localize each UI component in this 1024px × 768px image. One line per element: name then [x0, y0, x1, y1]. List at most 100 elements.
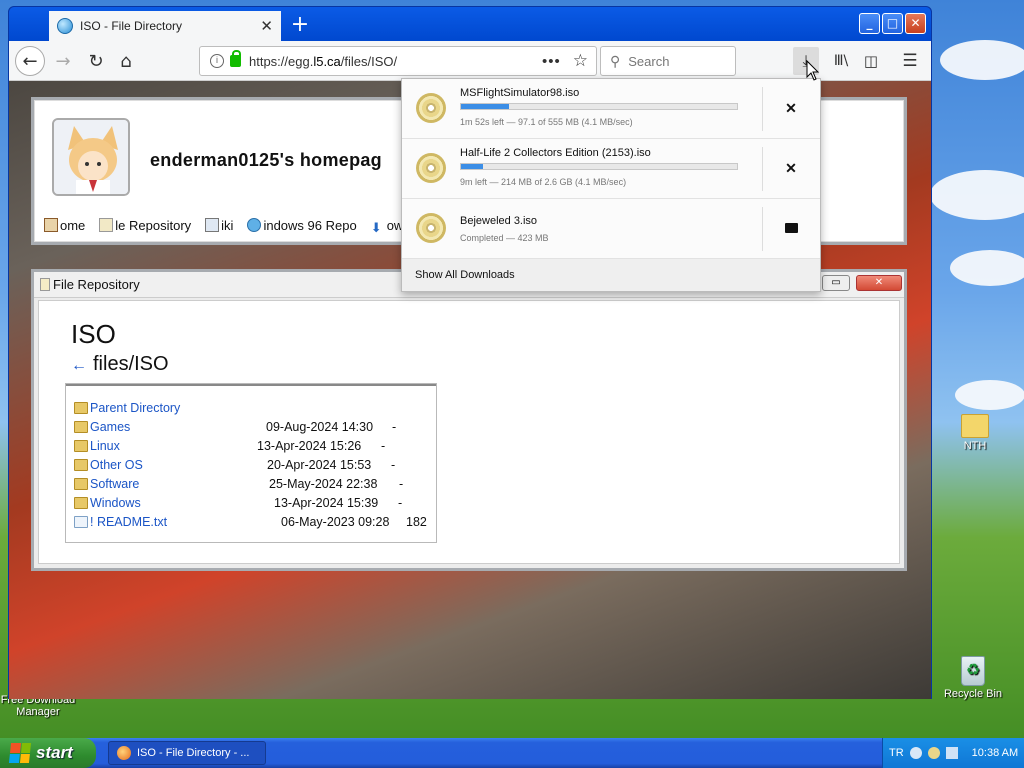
cloud — [950, 250, 1024, 286]
site-title: enderman0125's homepag — [150, 150, 382, 170]
file-date: 25-May-2024 22:38 — [269, 476, 378, 491]
file-window-body: ISO ← files/ISO Parent Directory Games 09-… — [38, 300, 900, 564]
nav-home-label: ome — [60, 218, 86, 233]
close-tab-icon[interactable]: ✕ — [260, 17, 273, 35]
new-tab-button[interactable]: + — [283, 11, 317, 41]
cloud — [930, 170, 1024, 220]
cloud — [940, 40, 1024, 80]
url-prefix: https://egg. — [249, 53, 314, 69]
document-icon — [40, 278, 50, 291]
mouse-cursor-icon — [806, 60, 820, 81]
list-item[interactable]: Games 09-Aug-2024 14:30 - — [74, 417, 436, 436]
nav-bar: ← → ↻ ⌂ i https://egg.l5.ca/files/ISO/ •… — [9, 41, 931, 81]
text-file-icon — [74, 515, 88, 528]
folder-icon — [74, 439, 88, 452]
nav-file-repository[interactable]: le Repository — [99, 218, 191, 236]
home-icon[interactable]: ⌂ — [115, 47, 137, 75]
tab-iso-file-directory[interactable]: ISO - File Directory ✕ — [49, 11, 281, 41]
search-placeholder: Search — [628, 53, 670, 69]
url-domain: l5.ca — [313, 53, 341, 69]
file-name[interactable]: Linux — [90, 439, 120, 453]
folder-icon — [74, 458, 88, 471]
nav-home[interactable]: ome — [44, 218, 85, 236]
bookmark-star-icon[interactable]: ☆ — [573, 51, 588, 71]
disc-icon — [416, 213, 446, 243]
forward-button[interactable]: → — [53, 47, 73, 75]
file-name[interactable]: Software — [90, 477, 139, 491]
file-size: - — [392, 419, 397, 434]
menu-icon[interactable]: ☰ — [899, 47, 921, 75]
clock: 10:38 AM — [971, 747, 1019, 759]
folder-icon — [74, 496, 88, 509]
file-name[interactable]: Windows — [90, 496, 141, 510]
nav-wiki-label: iki — [221, 218, 234, 233]
volume-icon[interactable] — [945, 747, 958, 759]
file-window-close-button[interactable]: ✕ — [856, 275, 902, 291]
url-path: /files/ISO/ — [340, 53, 398, 69]
file-name[interactable]: ! README.txt — [90, 515, 167, 529]
folder-icon — [74, 477, 88, 490]
download-item[interactable]: MSFlightSimulator98.iso 1m 52s left — 97… — [402, 79, 820, 139]
windows-flag-icon — [8, 743, 32, 763]
start-button[interactable]: start — [0, 738, 96, 768]
download-item[interactable]: Bejeweled 3.iso Completed — 423 MB — [402, 199, 820, 259]
close-window-button[interactable]: ✕ — [905, 13, 926, 34]
url-bar[interactable]: i https://egg.l5.ca/files/ISO/ ••• ☆ — [199, 46, 597, 76]
file-name[interactable]: Parent Directory — [90, 401, 180, 415]
download-progress — [460, 103, 738, 110]
library-icon[interactable]: Ⅲ\ — [829, 47, 853, 75]
file-size: - — [391, 457, 396, 472]
network-icon[interactable] — [909, 747, 922, 759]
back-arrow-icon[interactable]: ← — [71, 357, 87, 374]
file-size: - — [399, 476, 404, 491]
language-indicator[interactable]: TR — [889, 747, 904, 759]
file-window-maximize-button[interactable]: ▭ — [822, 275, 850, 291]
download-status: 9m left — 214 MB of 2.6 GB (4.1 MB/sec) — [460, 177, 627, 187]
back-button[interactable]: ← — [15, 46, 45, 76]
download-progress-fill — [461, 104, 510, 109]
disc-tray-icon[interactable] — [927, 747, 940, 759]
site-nav: ome le Repository iki indows 96 Repo ⬇ ow… — [44, 218, 411, 236]
desktop-recycle-bin[interactable]: ♻ Recycle Bin — [936, 656, 1010, 700]
desktop-folder-nth[interactable]: NTH — [938, 414, 1012, 452]
list-item[interactable]: Linux 13-Apr-2024 15:26 - — [74, 436, 436, 455]
show-all-downloads-label: Show All Downloads — [415, 269, 515, 281]
cloud — [955, 380, 1024, 410]
tab-bar: ISO - File Directory ✕ + _ □ ✕ — [9, 7, 931, 41]
cancel-download-button[interactable]: ✕ — [780, 97, 802, 119]
nav-windows96-repo[interactable]: indows 96 Repo — [247, 218, 357, 236]
taskbar: start ISO - File Directory - ... TR 10:3… — [0, 738, 1024, 768]
downloads-panel: MSFlightSimulator98.iso 1m 52s left — 97… — [401, 78, 821, 292]
info-icon[interactable]: i — [210, 54, 224, 68]
show-all-downloads-button[interactable]: Show All Downloads — [402, 259, 820, 291]
maximize-button[interactable]: □ — [882, 13, 903, 34]
lock-icon — [230, 50, 241, 67]
page-actions-icon[interactable]: ••• — [542, 53, 561, 70]
desktop-folder-label: NTH — [963, 440, 987, 452]
open-folder-button[interactable] — [780, 217, 802, 239]
nav-windows96-label: indows 96 Repo — [263, 218, 357, 233]
reload-button[interactable]: ↻ — [85, 47, 107, 75]
file-window-title: File Repository — [53, 277, 140, 292]
list-item[interactable]: Windows 13-Apr-2024 15:39 - — [74, 493, 436, 512]
parent-folder-icon — [74, 401, 88, 414]
cancel-download-button[interactable]: ✕ — [780, 157, 802, 179]
search-icon: ⚲ — [610, 52, 621, 69]
nav-wiki[interactable]: iki — [205, 218, 233, 236]
minimize-button[interactable]: _ — [859, 13, 880, 34]
file-name[interactable]: Games — [90, 420, 130, 434]
divider — [762, 147, 763, 191]
list-item[interactable]: ! README.txt 06-May-2023 09:28 182 — [74, 512, 436, 531]
file-date: 06-May-2023 09:28 — [281, 514, 390, 529]
download-item[interactable]: Half-Life 2 Collectors Edition (2153).is… — [402, 139, 820, 199]
file-size: - — [398, 495, 403, 510]
taskbar-item-browser[interactable]: ISO - File Directory - ... — [108, 741, 266, 765]
directory-path-text: files/ISO — [93, 353, 169, 375]
list-item[interactable]: Other OS 20-Apr-2024 15:53 - — [74, 455, 436, 474]
list-item[interactable]: Software 25-May-2024 22:38 - — [74, 474, 436, 493]
url-text[interactable]: https://egg.l5.ca/files/ISO/ — [249, 54, 542, 69]
search-bar[interactable]: ⚲ Search — [600, 46, 736, 76]
list-item[interactable]: Parent Directory — [74, 398, 436, 417]
sidebar-icon[interactable]: ◫ — [859, 47, 883, 75]
file-name[interactable]: Other OS — [90, 458, 143, 472]
